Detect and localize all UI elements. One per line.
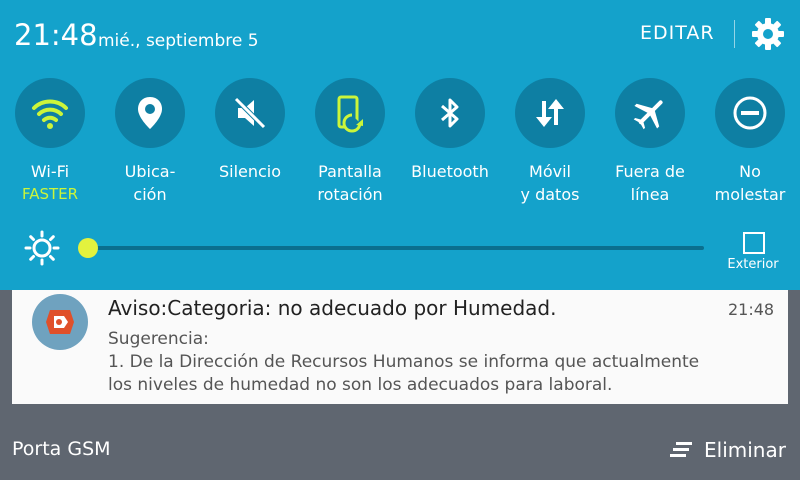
tile-airplane-mode[interactable]: Fuera de línea [600,76,700,216]
clear-all-icon [670,442,692,457]
quick-settings-panel: 21:48 mié., septiembre 5 EDITAR Wi-Fi FA… [0,0,800,290]
tile-rotation[interactable]: Pantalla rotación [300,76,400,216]
alert-icon [46,310,74,334]
clear-all-label: Eliminar [704,438,786,462]
mobile-data-icon [536,99,564,127]
location-icon [138,97,162,129]
wifi-icon [32,99,68,129]
divider [734,20,735,48]
bluetooth-icon [441,98,459,128]
notification-line: los niveles de humedad no son los adecua… [108,375,613,395]
tile-label: y datos [520,185,580,204]
tile-mobile-data[interactable]: Móvil y datos [500,76,600,216]
airplane-icon [633,100,663,130]
clear-all-button[interactable]: Eliminar [670,438,786,462]
tile-label: Fuera de [615,162,685,181]
quick-settings-tiles: Wi-Fi FASTER Ubica- ción Silencio Pantal… [0,76,800,216]
notification-line: Sugerencia: [108,329,209,349]
notification-time: 21:48 [728,300,775,319]
outdoor-mode-label: Exterior [727,257,779,272]
brightness-slider[interactable] [88,246,704,250]
mute-icon [234,97,266,129]
app-avatar [32,294,88,350]
wifi-network-name: FASTER [21,185,79,203]
tile-label: Bluetooth [411,162,489,181]
brightness-icon [24,230,60,266]
tile-do-not-disturb[interactable]: No molestar [700,76,800,216]
tile-wifi[interactable]: Wi-Fi FASTER [0,76,100,216]
tile-label: Silencio [218,162,282,181]
notification-line: 1. De la Dirección de Recursos Humanos s… [108,352,700,372]
tile-label: Wi-Fi [30,162,70,181]
carrier-label: Porta GSM [12,438,111,460]
tile-location[interactable]: Ubica- ción [100,76,200,216]
date-label: mié., septiembre 5 [98,31,259,51]
do-not-disturb-icon [733,96,767,130]
notification-title: Aviso:Categoria: no adecuado por Humedad… [108,296,557,320]
tile-silence[interactable]: Silencio [200,76,300,216]
gear-icon[interactable] [750,16,786,52]
tile-label: Pantalla [318,162,382,181]
tile-label: línea [630,185,670,204]
brightness-slider-handle[interactable] [78,238,98,258]
tile-label: ción [133,185,167,204]
tile-label: No [739,162,761,181]
tile-label: Ubica- [124,162,176,181]
notification-card[interactable]: Aviso:Categoria: no adecuado por Humedad… [12,290,788,404]
tile-label: molestar [714,185,786,204]
tile-bluetooth[interactable]: Bluetooth [400,76,500,216]
tile-label: Móvil [529,162,571,181]
notification-body: Sugerencia: 1. De la Dirección de Recurs… [108,328,768,397]
rotation-icon [337,95,363,133]
outdoor-mode-checkbox[interactable] [743,232,765,254]
clock: 21:48 [14,18,98,52]
edit-button[interactable]: EDITAR [640,22,715,44]
tile-label: rotación [317,185,383,204]
